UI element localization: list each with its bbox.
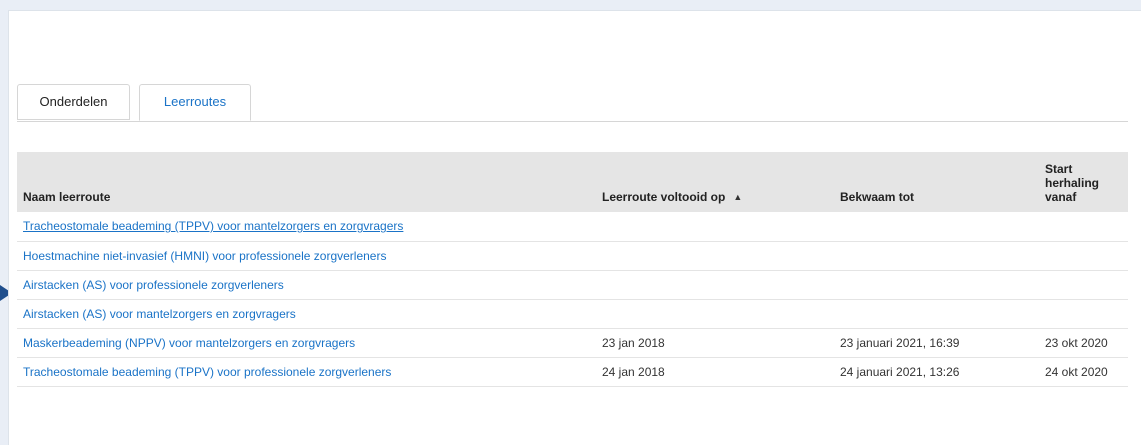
- column-header-name[interactable]: Naam leerroute: [17, 152, 596, 212]
- competent-until-cell: 23 januari 2021, 16:39: [840, 335, 960, 350]
- route-link[interactable]: Airstacken (AS) voor mantelzorgers en zo…: [23, 307, 296, 321]
- completed-cell: 23 jan 2018: [602, 335, 665, 350]
- route-name-cell: Tracheostomale beademing (TPPV) voor man…: [17, 212, 596, 241]
- repeat-from-cell: [1039, 299, 1128, 328]
- completed-cell: [596, 270, 834, 299]
- route-link[interactable]: Tracheostomale beademing (TPPV) voor pro…: [23, 365, 391, 379]
- table-row: Tracheostomale beademing (TPPV) voor man…: [17, 212, 1128, 241]
- column-header-completed-label: Leerroute voltooid op: [602, 190, 726, 204]
- route-link[interactable]: Tracheostomale beademing (TPPV) voor man…: [23, 219, 403, 233]
- repeat-from-cell: [1039, 270, 1128, 299]
- completed-cell: [596, 212, 834, 241]
- repeat-from-cell: [1039, 241, 1128, 270]
- tab-leerroutes[interactable]: Leerroutes: [139, 84, 251, 121]
- competent-until-cell: [834, 212, 1039, 241]
- repeat-from-cell: [1039, 212, 1128, 241]
- learning-routes-table: Naam leerroute Leerroute voltooid op ▲ Be…: [17, 152, 1128, 387]
- completed-cell: [596, 299, 834, 328]
- completed-cell: [596, 241, 834, 270]
- column-header-repeat-from[interactable]: Start herhaling vanaf: [1039, 152, 1128, 212]
- sort-ascending-icon: ▲: [733, 192, 743, 202]
- route-link[interactable]: Maskerbeademing (NPPV) voor mantelzorger…: [23, 336, 355, 350]
- route-name-cell: Tracheostomale beademing (TPPV) voor pro…: [17, 357, 596, 386]
- route-name-cell: Hoestmachine niet-invasief (HMNI) voor p…: [17, 241, 596, 270]
- route-name-cell: Airstacken (AS) voor professionele zorgv…: [17, 270, 596, 299]
- repeat-from-cell: 24 okt 2020: [1045, 364, 1108, 379]
- competent-until-cell: [834, 299, 1039, 328]
- route-name-cell: Maskerbeademing (NPPV) voor mantelzorger…: [17, 328, 596, 357]
- competent-until-cell: [834, 241, 1039, 270]
- completed-cell: 24 jan 2018: [602, 364, 665, 379]
- tab-onderdelen[interactable]: Onderdelen: [17, 84, 130, 120]
- route-name-cell: Airstacken (AS) voor mantelzorgers en zo…: [17, 299, 596, 328]
- table-row: Airstacken (AS) voor professionele zorgv…: [17, 270, 1128, 299]
- table-row: Airstacken (AS) voor mantelzorgers en zo…: [17, 299, 1128, 328]
- tab-bar: Onderdelen Leerroutes: [17, 84, 1128, 122]
- table-row: Tracheostomale beademing (TPPV) voor pro…: [17, 357, 1128, 386]
- competent-until-cell: [834, 270, 1039, 299]
- table-row: Hoestmachine niet-invasief (HMNI) voor p…: [17, 241, 1128, 270]
- repeat-from-cell: 23 okt 2020: [1045, 335, 1108, 350]
- route-link[interactable]: Hoestmachine niet-invasief (HMNI) voor p…: [23, 249, 386, 263]
- column-header-completed[interactable]: Leerroute voltooid op ▲: [596, 152, 834, 212]
- column-header-competent-until[interactable]: Bekwaam tot: [834, 152, 1039, 212]
- table-row: Maskerbeademing (NPPV) voor mantelzorger…: [17, 328, 1128, 357]
- route-link[interactable]: Airstacken (AS) voor professionele zorgv…: [23, 278, 284, 292]
- competent-until-cell: 24 januari 2021, 13:26: [840, 364, 960, 379]
- table-header-row: Naam leerroute Leerroute voltooid op ▲ Be…: [17, 152, 1128, 212]
